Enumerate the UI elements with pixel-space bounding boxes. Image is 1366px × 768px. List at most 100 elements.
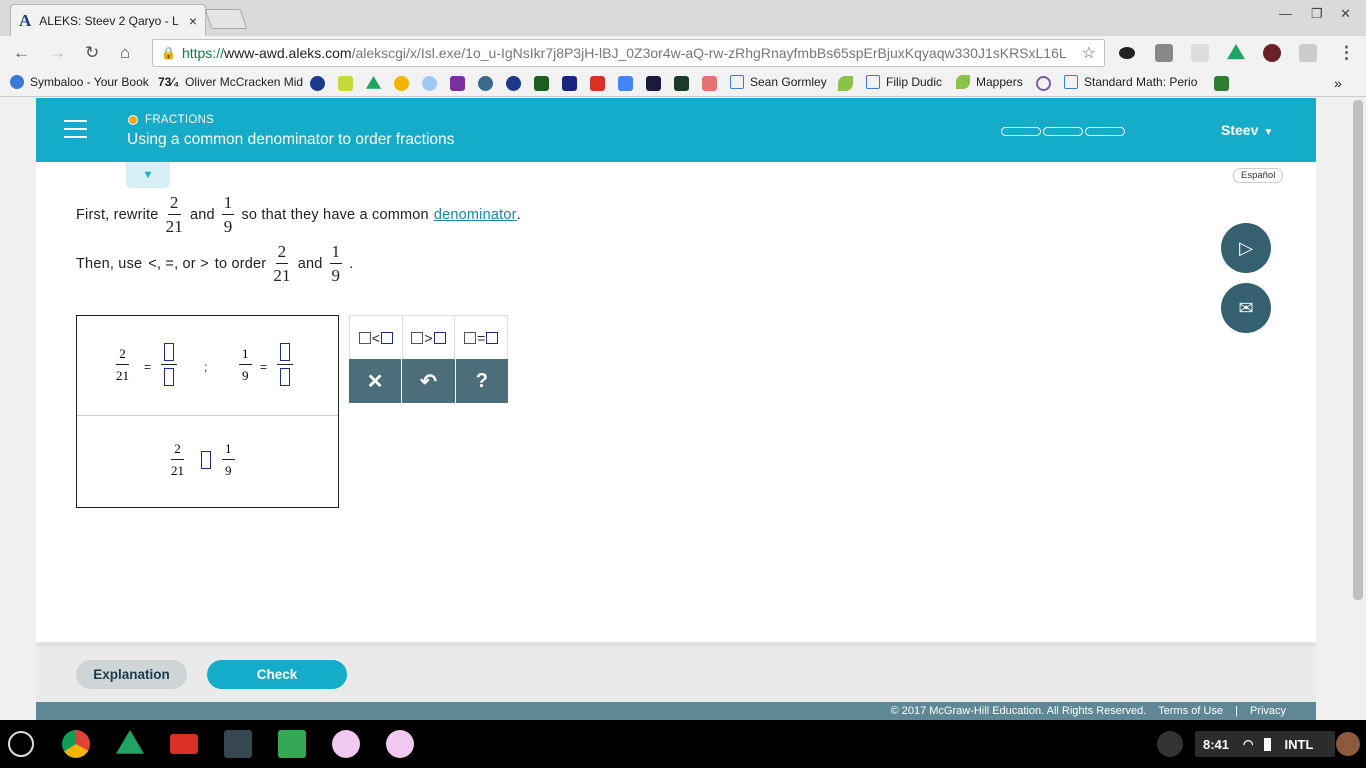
system-tray[interactable]: 8:41 ◠ INTL [1195, 731, 1335, 757]
aleks-favicon-icon: A [19, 10, 32, 30]
denominator-input-box[interactable] [164, 365, 174, 386]
message-button[interactable]: ✉ [1221, 283, 1271, 333]
bookmark-star-icon[interactable]: ☆ [1082, 43, 1096, 63]
terms-link[interactable]: Terms of Use [1158, 705, 1223, 717]
greater-than-button[interactable]: > [403, 316, 456, 359]
equals-button[interactable]: = [455, 316, 507, 359]
bookmark-oliver[interactable]: 73⁄₄ Oliver McCracken Mid [158, 75, 303, 89]
footer-divider: | [1235, 705, 1238, 717]
avatar[interactable] [1336, 732, 1360, 756]
extension-code-icon[interactable] [1299, 44, 1317, 62]
app-cloud-icon[interactable] [386, 730, 414, 758]
chrome-icon[interactable] [62, 730, 90, 758]
new-tab-button[interactable] [204, 9, 248, 29]
minimize-icon[interactable]: — [1279, 6, 1292, 21]
google-drive-icon[interactable] [1227, 44, 1245, 60]
gmail-icon[interactable] [170, 734, 198, 754]
docs-icon[interactable] [618, 76, 633, 91]
progress-bar [1001, 127, 1127, 136]
fraction-a: 2 21 [171, 442, 184, 477]
menu-hamburger-icon[interactable] [64, 120, 87, 138]
restore-icon[interactable]: ❐ [1311, 6, 1323, 22]
extension-bird-icon[interactable] [1119, 47, 1135, 59]
google-maps-icon[interactable] [278, 730, 306, 758]
numerator-input-box[interactable] [277, 343, 293, 365]
quizlet-icon[interactable] [506, 76, 521, 91]
topic-label: FRACTIONS [128, 114, 214, 126]
extension-dark-icon[interactable] [1263, 44, 1281, 62]
math-keypad: < > = ✕ ↶ ? [349, 315, 508, 403]
language-toggle[interactable]: Español [1233, 168, 1284, 183]
comparison-symbols-text: <, =, or > [148, 255, 209, 272]
comparison-input-box[interactable] [201, 451, 211, 469]
problem-text: so that they have a common [241, 206, 429, 223]
clear-button[interactable]: ✕ [349, 359, 403, 403]
reload-icon[interactable]: ↻ [85, 43, 99, 63]
bookmark-mappers[interactable]: Mappers [956, 75, 1023, 89]
quizlet-icon[interactable] [310, 76, 325, 91]
more-bookmarks-icon[interactable]: » [1334, 75, 1342, 91]
browser-tab[interactable]: A ALEKS: Steev 2 Qaryo - L × [10, 4, 206, 36]
denominator-input-box[interactable] [280, 365, 290, 386]
topic-text: FRACTIONS [145, 114, 215, 126]
bookmark-icon[interactable] [394, 76, 409, 91]
video-button[interactable]: ▷ [1221, 223, 1271, 273]
help-icon: ? [475, 369, 488, 392]
privacy-link[interactable]: Privacy [1250, 705, 1286, 717]
numerator-input-box[interactable] [161, 343, 177, 365]
problem-line-1: First, rewrite 2 21 and 19 so that they h… [76, 194, 521, 235]
browser-menu-icon[interactable]: ⋮ [1338, 43, 1355, 63]
bookmark-icon[interactable] [1214, 76, 1229, 91]
bookmark-p-icon[interactable] [646, 76, 661, 91]
forward-icon[interactable]: → [49, 43, 66, 63]
greater-than-label: > [424, 329, 433, 346]
google-drive-icon[interactable] [116, 730, 144, 754]
calculator-icon[interactable] [224, 730, 252, 758]
google-drive-icon[interactable] [366, 76, 381, 89]
extension-cloud-icon[interactable] [1191, 44, 1209, 62]
notifications-bell-icon[interactable] [1157, 731, 1183, 757]
extension-tool-icon[interactable] [1155, 44, 1173, 62]
explanation-button[interactable]: Explanation [76, 660, 187, 689]
bookmark-icon[interactable] [422, 76, 437, 91]
bookmark-sean-gormley[interactable]: Sean Gormley [730, 75, 827, 89]
less-than-button[interactable]: < [350, 316, 403, 359]
bookmark-icon[interactable] [562, 76, 577, 91]
bookmark-icon[interactable] [338, 76, 353, 91]
bookmark-icon[interactable] [478, 76, 493, 91]
kahoot-icon[interactable] [450, 76, 465, 91]
gmail-icon[interactable] [590, 76, 605, 91]
bookmark-p-icon[interactable] [674, 76, 689, 91]
user-menu[interactable]: Steev ▼ [1221, 122, 1273, 138]
problem-text: Then, use [76, 255, 143, 272]
bookmark-filip-dudic[interactable]: Filip Dudic [866, 75, 942, 89]
bookmark-icon[interactable] [534, 76, 549, 91]
leaf-icon[interactable] [838, 76, 853, 91]
bookmark-ring-icon[interactable] [1036, 76, 1051, 91]
address-bar[interactable]: 🔒 https:// www-awd.aleks.com /alekscgi/x… [152, 39, 1105, 67]
app-cloud-icon[interactable] [332, 730, 360, 758]
equals-sign: = [144, 360, 152, 374]
home-icon[interactable]: ⌂ [120, 43, 130, 63]
symbaloo-icon [10, 75, 24, 89]
answer-workspace: 2 21 = ; 1 9 = 2 21 1 9 [76, 315, 339, 508]
back-icon[interactable]: ← [13, 43, 30, 63]
progress-segment [1085, 127, 1125, 136]
bookmark-symbaloo[interactable]: Symbaloo - Your Book [10, 75, 149, 89]
battery-icon [1263, 737, 1271, 751]
undo-icon: ↶ [420, 370, 437, 393]
tab-close-icon[interactable]: × [189, 13, 197, 29]
header-expand-toggle[interactable]: ▼ [126, 162, 170, 188]
leaf-icon [956, 75, 970, 89]
bookmark-label: Standard Math: Perio [1084, 75, 1198, 89]
window-close-icon[interactable]: ✕ [1340, 6, 1351, 22]
scrollbar-thumb[interactable] [1353, 100, 1363, 600]
help-button[interactable]: ? [456, 359, 508, 403]
bookmark-percent-icon[interactable] [702, 76, 717, 91]
check-button[interactable]: Check [207, 660, 347, 689]
denominator-link[interactable]: denominator [434, 207, 517, 223]
launcher-icon[interactable] [8, 731, 34, 757]
undo-button[interactable]: ↶ [402, 359, 456, 403]
bookmark-standard-math[interactable]: Standard Math: Perio [1064, 75, 1197, 89]
page-scrollbar[interactable] [1350, 98, 1366, 720]
